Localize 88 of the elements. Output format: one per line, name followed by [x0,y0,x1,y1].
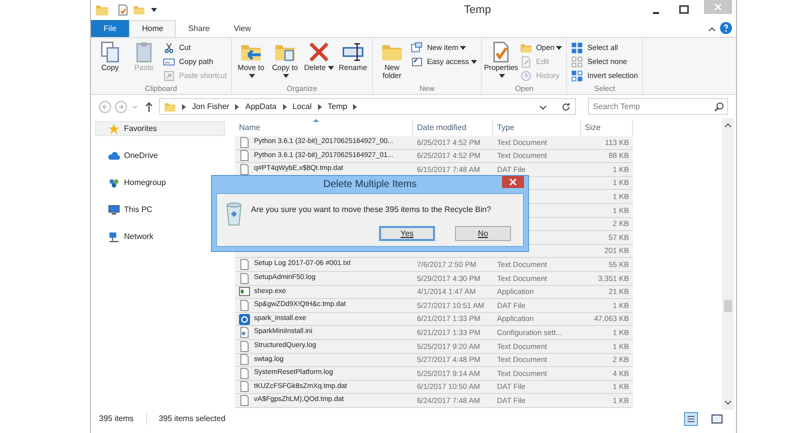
up-arrow-icon[interactable] [143,100,155,112]
sort-arrow-icon [313,119,319,122]
rename-icon [342,41,364,63]
caret-icon [151,8,157,12]
chevron-icon [353,104,358,110]
computer-icon [108,204,120,216]
sidebar-item[interactable]: Homegroup [95,175,225,190]
sidebar-item[interactable]: Network [95,229,225,244]
help-icon[interactable] [720,22,732,34]
caret-icon [328,66,334,70]
new-item-icon [410,42,423,54]
star-icon [108,122,120,134]
item-count: 395 items [99,413,134,425]
close-icon [509,178,517,186]
folder-icon [164,100,176,112]
chevron-icon [282,104,286,110]
window-title: Temp [463,2,492,18]
dialog-title: Delete Multiple Items [322,178,418,192]
dialog-button[interactable]: Yes [379,226,435,241]
delete-icon [308,41,330,63]
dialog-button[interactable]: No [455,226,511,241]
path-icon [163,56,175,68]
shortcut-icon [163,70,175,82]
folder-icon [95,3,109,17]
document-icon [239,300,250,311]
details-view-icon[interactable] [684,412,698,426]
edit-icon [520,56,532,68]
document-icon [239,368,250,379]
ribbon-tab[interactable]: View [222,20,263,37]
select-none-icon [571,56,584,68]
scroll-thumb[interactable] [724,300,732,312]
dropdown-icon[interactable] [539,102,547,110]
copy-icon [99,41,121,63]
caret-icon [556,46,562,50]
sidebar-item[interactable]: Favorites [95,121,225,136]
chevron-icon [235,104,240,110]
document-icon [239,340,250,352]
sidebar-item[interactable]: OneDrive [95,148,225,163]
properties-icon[interactable] [117,4,129,16]
document-icon [239,259,250,270]
document-icon [239,395,250,406]
caret-icon [499,74,506,78]
settings-file-icon [239,327,250,338]
caret-icon [471,60,478,64]
caret-icon [248,74,255,78]
close-button[interactable] [502,176,524,188]
scrollbar[interactable] [722,118,734,410]
scissors-icon [163,42,175,54]
thumbnails-view-icon[interactable] [710,412,724,426]
search-field[interactable]: Search Temp [588,98,728,115]
ribbon-tab[interactable]: File [91,20,129,37]
address-field[interactable]: Jon Fisher AppData Local Temp [159,98,576,115]
breadcrumb[interactable]: Jon Fisher [192,100,230,112]
invert-selection-icon [571,70,584,82]
recycle-bin-icon [225,202,243,226]
collapse-ribbon-icon[interactable] [708,25,716,33]
document-icon [239,381,250,392]
easy-access-icon [410,56,423,68]
sidebar-item[interactable]: This PC [95,202,225,217]
refresh-icon[interactable] [561,102,571,112]
scroll-up-icon [724,122,732,130]
caret-icon [460,46,466,50]
select-all-icon [571,42,584,54]
dialog-message: Are you sure you want to move these 395 items to the Recycle Bin? [251,204,492,216]
document-icon [239,272,250,284]
close-icon [714,3,722,11]
scroll-down-icon [724,398,732,406]
document-icon [239,150,250,162]
document-icon [239,354,250,366]
document-icon [239,136,250,148]
history-icon [520,70,532,82]
breadcrumb[interactable]: AppData [245,100,276,112]
ribbon-tab[interactable]: Home [129,20,176,37]
breadcrumb[interactable]: Local [292,100,312,112]
network-icon [108,230,120,242]
app-logo-icon [239,314,250,325]
cloud-icon [108,150,120,162]
chevron-icon [182,104,186,110]
homegroup-icon [108,176,120,188]
open-folder-icon [520,42,532,54]
search-icon [714,102,724,112]
chevron-icon [318,104,322,110]
caret-icon [282,74,289,78]
ribbon-tab[interactable]: Share [176,20,222,37]
application-icon [239,286,250,298]
selection-count: 395 items selected [146,413,226,425]
document-icon [239,164,250,175]
breadcrumb[interactable]: Temp [328,100,348,112]
